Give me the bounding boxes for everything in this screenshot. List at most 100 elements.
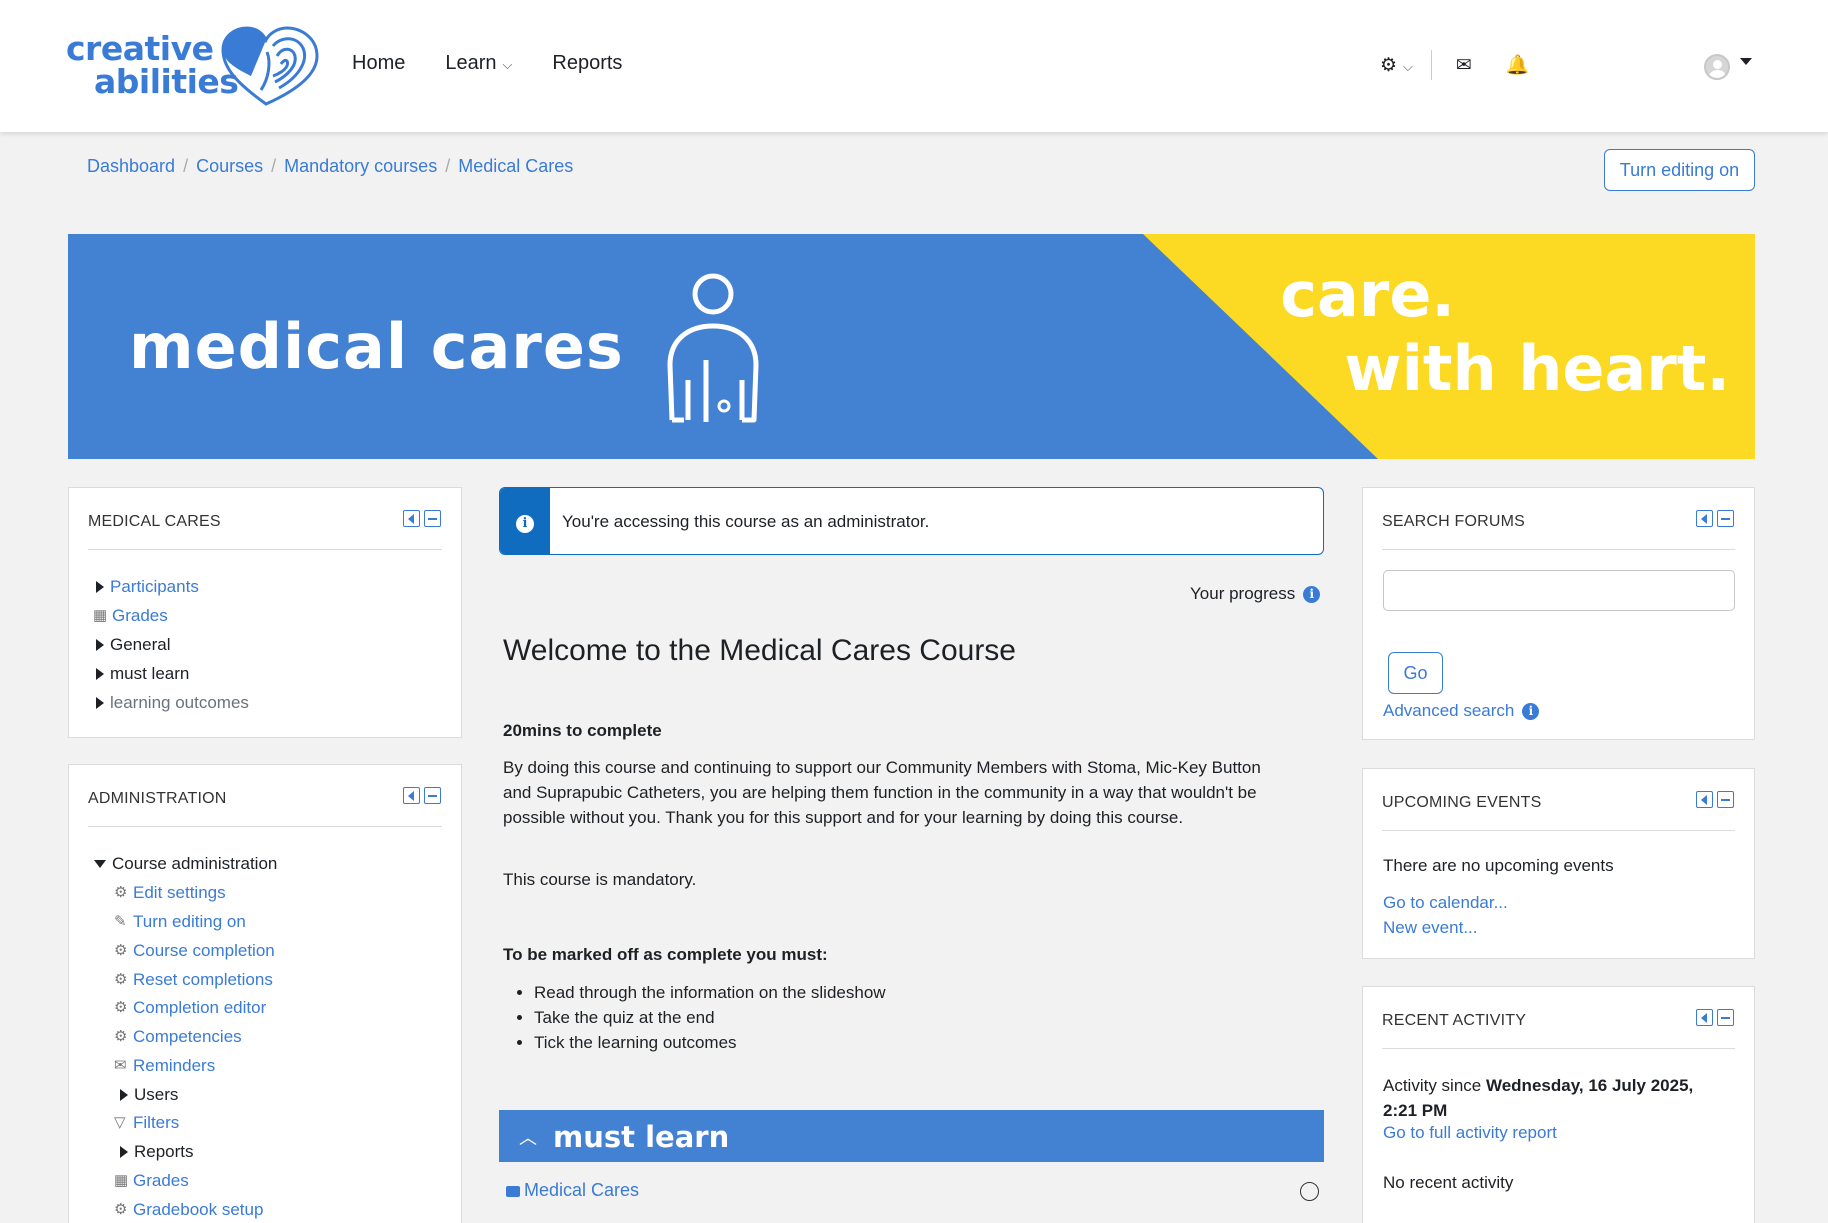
expand-triangle-icon — [120, 1146, 128, 1158]
new-event-link[interactable]: New event... — [1383, 918, 1478, 938]
list-item: Tick the learning outcomes — [534, 1030, 886, 1055]
collapse-block-icon[interactable] — [1717, 510, 1734, 527]
dock-block-icon[interactable] — [403, 510, 420, 527]
nav-learn[interactable]: Learn ⌵ — [445, 52, 512, 75]
activity-medical-cares[interactable]: Medical Cares — [506, 1180, 639, 1201]
top-navbar: creative abilities Home Learn ⌵ Reports ⚙… — [0, 0, 1828, 132]
nav-home[interactable]: Home — [352, 52, 405, 75]
pencil-icon: ✎ — [114, 913, 127, 930]
divider — [1430, 50, 1432, 80]
filter-icon: ▽ — [114, 1114, 126, 1131]
admin-gradebook-setup[interactable]: ⚙ Gradebook setup — [114, 1200, 263, 1220]
activity-since-text: Activity since Wednesday, 16 July 2025, … — [1383, 1076, 1694, 1120]
admin-competencies[interactable]: ⚙ Competencies — [114, 1027, 242, 1047]
grades-table-icon: ▦ — [114, 1172, 129, 1189]
breadcrumb: Dashboard / Courses / Mandatory courses / M… — [87, 156, 574, 177]
no-recent-activity-text: No recent activity — [1383, 1173, 1514, 1192]
list-item: Take the quiz at the end — [534, 1005, 886, 1030]
nav-item-learning-outcomes[interactable]: learning outcomes — [96, 693, 249, 713]
block-controls — [403, 510, 441, 527]
fingerprint-heart-icon — [221, 26, 319, 106]
requirements-heading: To be marked off as complete you must: — [503, 945, 828, 964]
expand-triangle-icon — [96, 668, 104, 680]
search-go-button[interactable]: Go — [1388, 652, 1443, 694]
activity-briefcase-icon — [506, 1186, 520, 1197]
forum-search-input[interactable] — [1383, 570, 1735, 611]
nav-icons: ⚙ ⌵ ✉ 🔔 — [1380, 50, 1530, 80]
gear-icon: ⚙ — [114, 999, 128, 1016]
admin-course-completion[interactable]: ⚙ Course completion — [114, 941, 275, 961]
block-title: RECENT ACTIVITY — [1382, 1012, 1527, 1029]
banner-tagline-2: with heart. — [1344, 332, 1730, 405]
user-menu-caret-icon[interactable] — [1740, 58, 1752, 65]
block-controls — [1696, 1009, 1734, 1026]
section-must-learn-header[interactable]: ︿ must learn — [499, 1110, 1324, 1162]
logo-text: creative abilities — [66, 29, 239, 101]
nav-item-participants[interactable]: Participants — [96, 577, 199, 597]
user-avatar[interactable] — [1704, 54, 1730, 80]
site-logo[interactable]: creative abilities — [66, 26, 319, 106]
breadcrumb-medical-cares[interactable]: Medical Cares — [458, 156, 573, 177]
search-forums-block: SEARCH FORUMS Go Advanced search i — [1362, 487, 1755, 740]
admin-filters[interactable]: ▽ Filters — [114, 1113, 179, 1133]
dock-block-icon[interactable] — [1696, 1009, 1713, 1026]
full-activity-report-link[interactable]: Go to full activity report — [1383, 1123, 1557, 1143]
mandatory-note: This course is mandatory. — [503, 870, 697, 889]
dock-block-icon[interactable] — [1696, 510, 1713, 527]
breadcrumb-courses[interactable]: Courses — [196, 156, 263, 177]
breadcrumb-mandatory-courses[interactable]: Mandatory courses — [284, 156, 437, 177]
course-administration-node[interactable]: Course administration — [94, 854, 277, 874]
banner-title: medical cares — [129, 310, 624, 383]
collapse-block-icon[interactable] — [424, 787, 441, 804]
nav-item-grades[interactable]: ▦ Grades — [93, 606, 168, 626]
gear-icon: ⚙ — [114, 942, 128, 959]
gear-icon: ⚙ — [114, 1028, 128, 1045]
notifications-bell-icon[interactable]: 🔔 — [1506, 53, 1530, 77]
advanced-search-link[interactable]: Advanced search i — [1383, 701, 1540, 721]
help-info-icon[interactable]: i — [1303, 585, 1321, 603]
turn-editing-on-button[interactable]: Turn editing on — [1604, 149, 1755, 191]
gear-icon: ⚙ — [114, 884, 128, 901]
nav-reports[interactable]: Reports — [552, 52, 622, 75]
administration-block: ADMINISTRATION Course administration ⚙ Ed… — [68, 764, 462, 1223]
breadcrumb-dashboard[interactable]: Dashboard — [87, 156, 175, 177]
settings-gear-icon[interactable]: ⚙ ⌵ — [1380, 54, 1413, 77]
nav-item-general[interactable]: General — [96, 635, 170, 655]
dock-block-icon[interactable] — [403, 787, 420, 804]
admin-turn-editing-on[interactable]: ✎ Turn editing on — [114, 912, 246, 932]
duration-text: 20mins to complete — [503, 721, 662, 740]
no-events-text: There are no upcoming events — [1383, 856, 1614, 875]
your-progress: Your progress i — [1190, 584, 1321, 604]
go-to-calendar-link[interactable]: Go to calendar... — [1383, 893, 1508, 913]
info-icon: i — [516, 515, 534, 533]
block-controls — [403, 787, 441, 804]
gear-icon: ⚙ — [114, 1201, 128, 1218]
admin-grades[interactable]: ▦ Grades — [114, 1171, 189, 1191]
admin-reminders[interactable]: ✉ Reminders — [114, 1056, 215, 1076]
admin-reset-completions[interactable]: ⚙ Reset completions — [114, 970, 273, 990]
chevron-down-icon: ⌵ — [1403, 58, 1413, 74]
banner-tagline-1: care. — [1280, 258, 1455, 331]
help-info-icon[interactable]: i — [1522, 702, 1540, 720]
admin-edit-settings[interactable]: ⚙ Edit settings — [114, 883, 226, 903]
expand-triangle-icon — [96, 697, 104, 709]
admin-access-alert: i You're accessing this course as an adm… — [499, 487, 1324, 555]
block-title: ADMINISTRATION — [88, 790, 227, 807]
block-controls — [1696, 510, 1734, 527]
collapse-block-icon[interactable] — [424, 510, 441, 527]
completion-checkbox[interactable] — [1300, 1182, 1319, 1201]
course-banner: medical cares care. with heart. — [68, 234, 1755, 459]
admin-reports[interactable]: Reports — [120, 1142, 194, 1162]
course-intro-paragraph: By doing this course and continuing to s… — [503, 758, 1261, 827]
messages-envelope-icon[interactable]: ✉ — [1456, 54, 1472, 77]
admin-users[interactable]: Users — [120, 1085, 178, 1105]
admin-completion-editor[interactable]: ⚙ Completion editor — [114, 998, 266, 1018]
chevron-up-icon[interactable]: ︿ — [519, 1124, 537, 1150]
chevron-down-icon: ⌵ — [502, 57, 513, 72]
nav-item-must-learn[interactable]: must learn — [96, 664, 189, 684]
collapse-block-icon[interactable] — [1717, 1009, 1734, 1026]
expand-triangle-icon — [96, 639, 104, 651]
course-navigation-block: MEDICAL CARES Participants ▦ Grades Gener… — [68, 487, 462, 738]
dock-block-icon[interactable] — [1696, 791, 1713, 808]
collapse-block-icon[interactable] — [1717, 791, 1734, 808]
